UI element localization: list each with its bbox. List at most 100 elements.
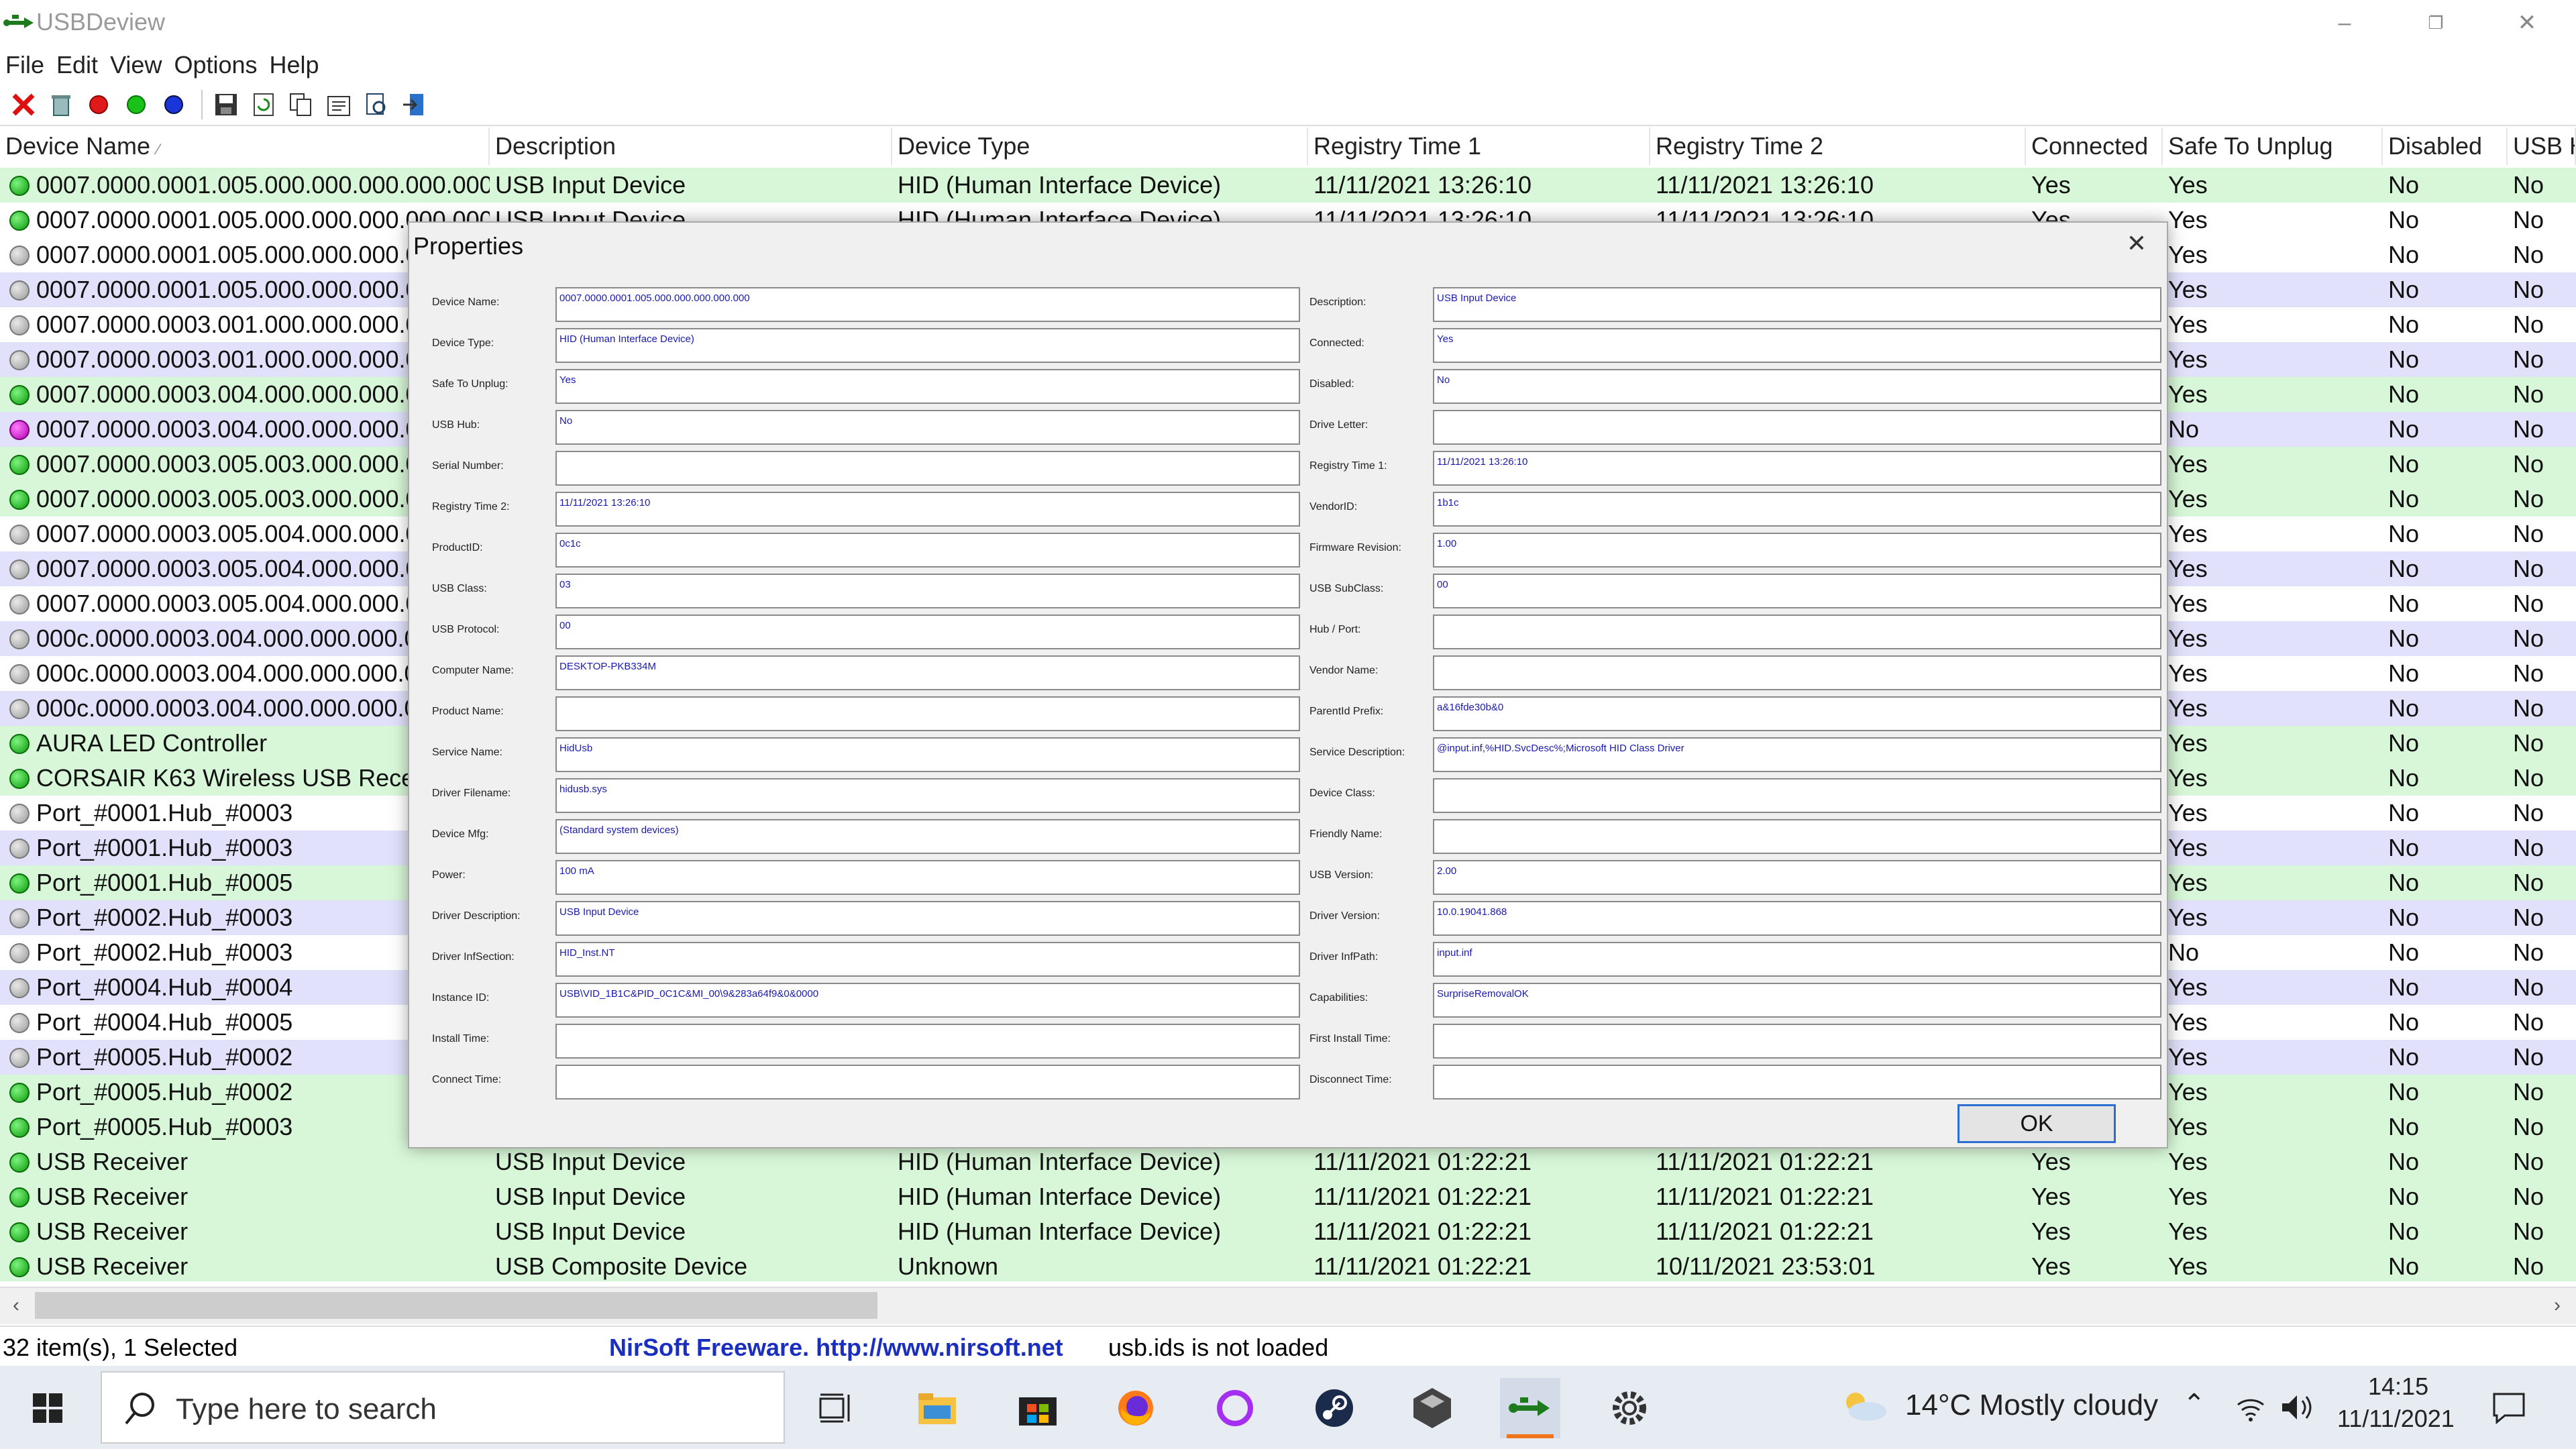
field-value[interactable]: Yes — [1433, 328, 2161, 363]
wifi-icon[interactable] — [2234, 1393, 2267, 1422]
column-header-disabled[interactable]: Disabled — [2383, 127, 2508, 165]
nirsoft-link[interactable]: NirSoft Freeware. http://www.nirsoft.net — [609, 1334, 1063, 1362]
field-value[interactable]: 11/11/2021 13:26:10 — [1433, 451, 2161, 486]
notification-icon[interactable] — [2491, 1391, 2526, 1425]
field-value[interactable] — [555, 696, 1300, 731]
scroll-left-icon[interactable]: ‹ — [3, 1292, 30, 1319]
field-value[interactable] — [1433, 1024, 2161, 1059]
field-value[interactable]: input.inf — [1433, 942, 2161, 977]
html-report-icon[interactable] — [360, 88, 393, 121]
field-value[interactable] — [1433, 655, 2161, 690]
column-header-registry-time-1[interactable]: Registry Time 1 — [1308, 127, 1650, 165]
field-value[interactable]: 2.00 — [1433, 860, 2161, 895]
field-value[interactable] — [1433, 410, 2161, 445]
volume-icon[interactable] — [2279, 1393, 2316, 1422]
device-row[interactable]: 0007.0000.0001.005.000.000.000.000.000 US… — [0, 168, 2576, 203]
green-circle-icon[interactable] — [119, 88, 153, 121]
column-header-device-name[interactable]: Device Name ⁄ — [0, 127, 490, 165]
column-header-device-type[interactable]: Device Type — [892, 127, 1308, 165]
field-value[interactable]: 0c1c — [555, 533, 1300, 568]
taskbar-search[interactable]: Type here to search — [101, 1371, 785, 1444]
store-icon[interactable] — [1008, 1378, 1068, 1438]
exit-icon[interactable] — [397, 88, 431, 121]
column-header-connected[interactable]: Connected — [2026, 127, 2163, 165]
field-value[interactable]: 00 — [1433, 574, 2161, 608]
clock-time[interactable]: 14:15 — [2368, 1373, 2428, 1401]
menu-help[interactable]: Help — [270, 51, 319, 79]
menu-file[interactable]: File — [5, 51, 44, 79]
field-value[interactable]: No — [555, 410, 1300, 445]
field-value[interactable]: No — [1433, 369, 2161, 404]
menu-options[interactable]: Options — [174, 51, 257, 79]
connected-cell: Yes — [2031, 1252, 2071, 1280]
clock-date[interactable]: 11/11/2021 — [2337, 1405, 2455, 1433]
firefox-icon[interactable] — [1106, 1378, 1166, 1438]
uninstall-icon[interactable] — [44, 88, 78, 121]
column-header-registry-time-2[interactable]: Registry Time 2 — [1650, 127, 2026, 165]
chevron-up-icon[interactable]: ⌃ — [2183, 1389, 2206, 1419]
blue-circle-icon[interactable] — [157, 88, 191, 121]
field-value[interactable] — [555, 451, 1300, 486]
field-value[interactable]: 1.00 — [1433, 533, 2161, 568]
device-row[interactable]: USB Receiver USB Composite Device Unknown 1… — [0, 1249, 2576, 1281]
field-value[interactable]: 10.0.19041.868 — [1433, 901, 2161, 936]
copy-icon[interactable] — [284, 88, 318, 121]
red-circle-icon[interactable] — [82, 88, 115, 121]
field-value[interactable] — [555, 1065, 1300, 1099]
field-value[interactable] — [1433, 819, 2161, 854]
minimize-button[interactable]: – — [2308, 0, 2381, 46]
field-value[interactable]: DESKTOP-PKB334M — [555, 655, 1300, 690]
field-value[interactable] — [555, 1024, 1300, 1059]
usbdeview-taskbar-icon[interactable] — [1500, 1378, 1560, 1438]
scroll-right-icon[interactable]: › — [2544, 1292, 2571, 1319]
field-value[interactable]: 0007.0000.0001.005.000.000.000.000.000 — [555, 287, 1300, 322]
field-value[interactable]: HID (Human Interface Device) — [555, 328, 1300, 363]
task-view-icon[interactable] — [805, 1378, 865, 1438]
disabled-cell: No — [2388, 520, 2420, 547]
refresh-icon[interactable] — [247, 88, 280, 121]
field-value[interactable] — [1433, 778, 2161, 813]
file-explorer-icon[interactable] — [907, 1378, 967, 1438]
weather-text[interactable]: 14°C Mostly cloudy — [1905, 1389, 2158, 1422]
properties-icon[interactable] — [322, 88, 356, 121]
column-header-safe-to-unplug[interactable]: Safe To Unplug — [2163, 127, 2383, 165]
device-row[interactable]: USB Receiver USB Input Device HID (Human I… — [0, 1179, 2576, 1214]
field-value[interactable]: HidUsb — [555, 737, 1300, 772]
vpn-app-icon[interactable] — [1402, 1378, 1462, 1438]
device-row[interactable]: USB Receiver USB Input Device HID (Human I… — [0, 1214, 2576, 1249]
scrollbar-thumb[interactable] — [35, 1292, 877, 1319]
field-value[interactable]: HID_Inst.NT — [555, 942, 1300, 977]
restore-button[interactable]: ❐ — [2399, 0, 2473, 46]
field-value[interactable]: 1b1c — [1433, 492, 2161, 527]
field-value[interactable]: 03 — [555, 574, 1300, 608]
field-value[interactable]: USB Input Device — [555, 901, 1300, 936]
field-value[interactable]: 11/11/2021 13:26:10 — [555, 492, 1300, 527]
menu-edit[interactable]: Edit — [56, 51, 98, 79]
field-value[interactable]: 00 — [555, 614, 1300, 649]
field-value[interactable] — [1433, 614, 2161, 649]
field-value[interactable]: a&16fde30b&0 — [1433, 696, 2161, 731]
cortana-icon[interactable] — [1205, 1378, 1265, 1438]
save-icon[interactable] — [209, 88, 243, 121]
field-value[interactable]: USB\VID_1B1C&PID_0C1C&MI_00\9&283a64f9&0… — [555, 983, 1300, 1018]
dialog-close-icon[interactable]: ✕ — [2127, 229, 2147, 258]
device-row[interactable]: USB Receiver USB Input Device HID (Human I… — [0, 1144, 2576, 1179]
horizontal-scrollbar[interactable]: ‹ › — [0, 1287, 2576, 1324]
settings-gear-icon[interactable] — [1599, 1378, 1660, 1438]
disconnect-icon[interactable] — [7, 88, 40, 121]
field-value[interactable]: (Standard system devices) — [555, 819, 1300, 854]
field-value[interactable]: USB Input Device — [1433, 287, 2161, 322]
menu-view[interactable]: View — [110, 51, 162, 79]
field-value[interactable] — [1433, 1065, 2161, 1099]
windows-start-icon[interactable] — [17, 1378, 78, 1438]
close-button[interactable]: ✕ — [2490, 0, 2564, 46]
ok-button[interactable]: OK — [1957, 1104, 2116, 1143]
field-value[interactable]: Yes — [555, 369, 1300, 404]
field-value[interactable]: SurpriseRemovalOK — [1433, 983, 2161, 1018]
column-header-usb-hub[interactable]: USB H — [2508, 127, 2576, 165]
field-value[interactable]: 100 mA — [555, 860, 1300, 895]
column-header-description[interactable]: Description — [490, 127, 892, 165]
field-value[interactable]: @input.inf,%HID.SvcDesc%;Microsoft HID C… — [1433, 737, 2161, 772]
field-value[interactable]: hidusb.sys — [555, 778, 1300, 813]
steam-icon[interactable] — [1304, 1378, 1364, 1438]
